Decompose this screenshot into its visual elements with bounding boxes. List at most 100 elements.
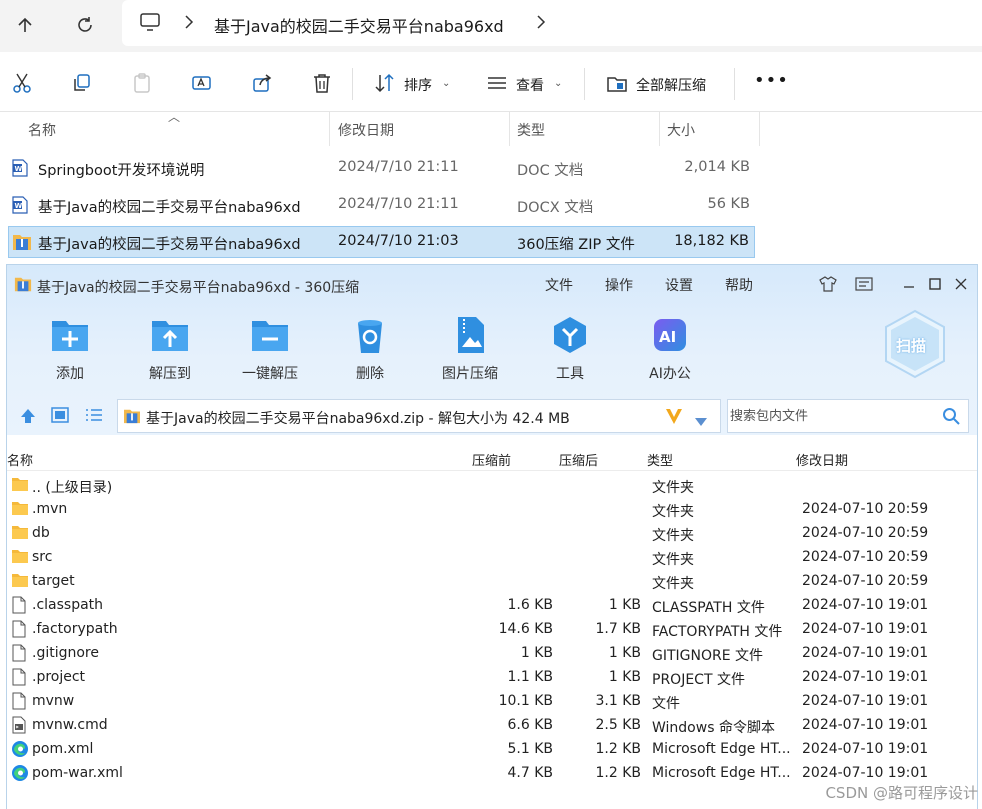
svg-text:W: W — [15, 165, 23, 173]
delete-label: 删除 — [356, 366, 384, 382]
column-after[interactable]: 压缩后 — [559, 450, 598, 469]
v-logo-icon[interactable] — [664, 406, 684, 430]
paste-icon[interactable] — [129, 70, 155, 96]
extract-to-button[interactable]: 解压到 — [130, 315, 210, 385]
archive-row[interactable]: .classpath 1.6 KB 1 KB CLASSPATH 文件 2024-07-… — [7, 593, 977, 617]
archive-row[interactable]: target 文件夹 2024-07-10 20:59 — [7, 569, 977, 593]
image-compress-label: 图片压缩 — [442, 366, 498, 382]
column-name[interactable]: 名称 — [28, 120, 56, 140]
row-type: Windows 命令脚本 — [652, 720, 775, 736]
delete-icon[interactable] — [309, 70, 335, 96]
extract-all-icon[interactable] — [604, 70, 630, 96]
file-icon — [11, 596, 29, 614]
scan-button[interactable]: 扫描 — [883, 309, 947, 379]
up-arrow-icon[interactable] — [10, 10, 40, 40]
archive-row[interactable]: mvnw.cmd 6.6 KB 2.5 KB Windows 命令脚本 2024-07-… — [7, 713, 977, 737]
extract-all-button[interactable]: 全部解压缩 — [636, 75, 706, 95]
close-icon[interactable] — [950, 273, 972, 295]
archive-row[interactable]: .factorypath 14.6 KB 1.7 KB FACTORYPATH 文件 2… — [7, 617, 977, 641]
maximize-icon[interactable] — [924, 273, 946, 295]
menu-file[interactable]: 文件 — [545, 275, 573, 295]
search-box[interactable] — [727, 399, 969, 433]
chevron-down-icon[interactable]: ⌄ — [554, 78, 562, 89]
folder-icon — [11, 524, 29, 542]
copy-icon[interactable] — [69, 70, 95, 96]
feedback-icon[interactable] — [853, 273, 875, 295]
folder-icon — [11, 572, 29, 590]
column-type[interactable]: 类型 — [647, 450, 673, 469]
delete-button[interactable]: 删除 — [330, 315, 410, 385]
column-modified[interactable]: 修改日期 — [796, 450, 848, 469]
chevron-down-icon[interactable]: ⌄ — [442, 78, 450, 89]
column-modified[interactable]: 修改日期 — [338, 120, 394, 140]
rename-icon[interactable] — [189, 70, 215, 96]
breadcrumb-folder[interactable]: 基于Java的校园二手交易平台naba96xd — [214, 13, 504, 37]
edge-icon — [11, 740, 29, 758]
svg-text:W: W — [15, 202, 23, 210]
menu-help[interactable]: 帮助 — [725, 275, 753, 295]
row-name: .factorypath — [32, 621, 118, 637]
view-icon[interactable] — [484, 70, 510, 96]
recycle-bin-icon — [350, 315, 390, 355]
skin-icon[interactable] — [817, 273, 839, 295]
search-icon[interactable] — [942, 407, 960, 429]
archive-row[interactable]: .. (上级目录) 文件夹 — [7, 473, 977, 497]
cmd-icon — [11, 716, 29, 734]
zip-window: 基于Java的校园二手交易平台naba96xd - 360压缩 文件 操作 设置… — [6, 264, 978, 809]
file-row[interactable]: W 基于Java的校园二手交易平台naba96xd 2024/7/10 21:1… — [8, 189, 755, 221]
minimize-icon[interactable] — [898, 273, 920, 295]
column-before[interactable]: 压缩前 — [472, 450, 511, 469]
add-button[interactable]: 添加 — [30, 315, 110, 385]
row-modified: 2024-07-10 19:01 — [802, 645, 929, 661]
share-icon[interactable] — [249, 70, 275, 96]
cut-icon[interactable] — [9, 70, 35, 96]
column-type[interactable]: 类型 — [517, 120, 545, 140]
row-after: 1.2 KB — [595, 741, 642, 757]
view-list-icon[interactable] — [51, 407, 69, 427]
dropdown-arrow-icon[interactable] — [694, 412, 708, 431]
up-folder-icon[interactable] — [19, 407, 37, 429]
ai-office-label: AI办公 — [649, 366, 691, 382]
view-details-icon[interactable] — [85, 407, 103, 427]
add-icon — [50, 315, 90, 355]
archive-row[interactable]: .mvn 文件夹 2024-07-10 20:59 — [7, 497, 977, 521]
row-modified: 2024-07-10 19:01 — [802, 717, 929, 733]
archive-row[interactable]: db 文件夹 2024-07-10 20:59 — [7, 521, 977, 545]
word-icon: W — [12, 196, 28, 218]
one-click-extract-button[interactable]: 一键解压 — [230, 315, 310, 385]
tools-button[interactable]: 工具 — [530, 315, 610, 385]
breadcrumb-chevron-icon[interactable] — [536, 14, 546, 34]
command-bar: 排序 ⌄ 查看 ⌄ 全部解压缩 ••• — [0, 56, 982, 112]
sort-button[interactable]: 排序 — [404, 75, 432, 95]
computer-icon — [140, 13, 160, 35]
ai-office-button[interactable]: AI AI办公 — [630, 315, 710, 385]
view-button[interactable]: 查看 — [516, 75, 544, 95]
archive-row[interactable]: src 文件夹 2024-07-10 20:59 — [7, 545, 977, 569]
file-row[interactable]: W Springboot开发环境说明 2024/7/10 21:11 DOC 文… — [8, 152, 755, 184]
archive-row[interactable]: .project 1.1 KB 1 KB PROJECT 文件 2024-07-10 1… — [7, 665, 977, 689]
menu-operate[interactable]: 操作 — [605, 275, 633, 295]
search-input[interactable] — [730, 402, 930, 430]
sort-icon[interactable] — [372, 70, 398, 96]
archive-row[interactable]: mvnw 10.1 KB 3.1 KB 文件 2024-07-10 19:01 — [7, 689, 977, 713]
archive-row[interactable]: pom.xml 5.1 KB 1.2 KB Microsoft Edge HT... 2… — [7, 737, 977, 761]
file-row-selected[interactable]: 基于Java的校园二手交易平台naba96xd 2024/7/10 21:03 … — [8, 226, 755, 258]
address-bar[interactable]: 基于Java的校园二手交易平台naba96xd — [122, 0, 982, 46]
image-compress-button[interactable]: 图片压缩 — [430, 315, 510, 385]
row-before: 10.1 KB — [498, 693, 553, 709]
folder-icon — [11, 500, 29, 518]
column-size[interactable]: 大小 — [667, 120, 695, 140]
file-icon — [11, 668, 29, 686]
refresh-icon[interactable] — [70, 10, 100, 40]
breadcrumb-chevron-icon[interactable] — [184, 14, 194, 34]
menu-settings[interactable]: 设置 — [665, 275, 693, 295]
archive-path-box[interactable]: 基于Java的校园二手交易平台naba96xd.zip - 解包大小为 42.4… — [117, 399, 721, 433]
address-row: 基于Java的校园二手交易平台naba96xd — [0, 0, 982, 52]
more-options-button[interactable]: ••• — [754, 70, 789, 91]
tools-icon — [550, 315, 590, 355]
row-name: .project — [32, 669, 86, 685]
row-name: pom.xml — [32, 741, 94, 757]
row-before: 1 KB — [520, 645, 553, 661]
column-name[interactable]: 名称 — [7, 450, 33, 469]
archive-row[interactable]: .gitignore 1 KB 1 KB GITIGNORE 文件 2024-07-10… — [7, 641, 977, 665]
